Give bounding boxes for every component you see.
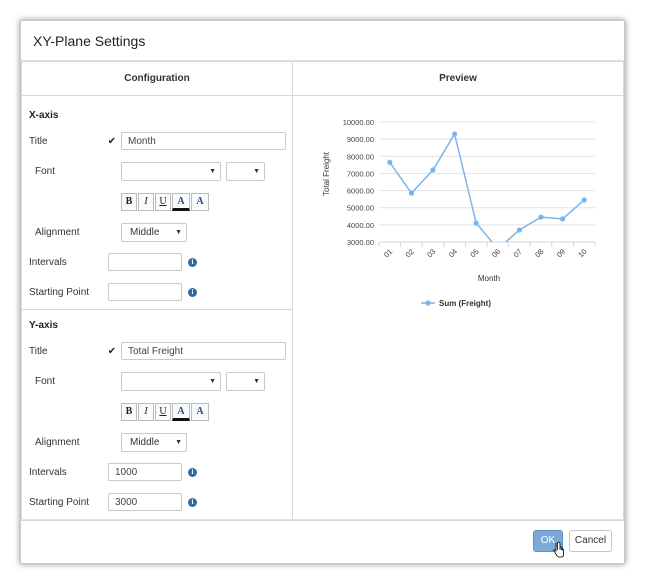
chevron-down-icon: ▼ — [175, 229, 182, 236]
y-tick-label: 7000.00 — [347, 169, 374, 178]
x-font-label: Font — [35, 166, 56, 177]
info-icon[interactable]: i — [188, 288, 197, 297]
y-intervals-label: Intervals — [29, 467, 67, 478]
y-tick-labels: 10000.00 9000.00 8000.00 7000.00 6000.00 5000… — [343, 118, 374, 247]
data-point[interactable] — [430, 167, 436, 173]
y-font-style-toolbar: B I U A A — [121, 403, 210, 421]
data-point[interactable] — [516, 227, 522, 233]
chevron-down-icon: ▼ — [209, 168, 216, 175]
x-tick-label: 03 — [425, 247, 437, 259]
data-point[interactable] — [473, 220, 479, 226]
x-tick-label: 02 — [404, 247, 416, 259]
y-tick-label: 3000.00 — [347, 238, 374, 247]
y-axis-section-title: Y-axis — [29, 320, 58, 331]
y-font-color-button[interactable]: A — [172, 403, 190, 421]
chevron-down-icon: ▼ — [209, 378, 216, 385]
y-bold-button[interactable]: B — [121, 403, 137, 421]
info-icon[interactable]: i — [188, 498, 197, 507]
x-italic-button[interactable]: I — [138, 193, 154, 211]
y-font-family-select[interactable]: ▼ — [121, 372, 221, 391]
x-tick-label: 09 — [555, 247, 567, 259]
x-tick-labels: 01 02 03 04 05 06 07 08 09 10 — [382, 247, 589, 259]
x-underline-button[interactable]: U — [155, 193, 171, 211]
x-tick-label: 10 — [576, 247, 588, 259]
y-tick-label: 8000.00 — [347, 152, 374, 161]
x-font-style-toolbar: B I U A A — [121, 193, 210, 211]
legend-marker — [425, 300, 431, 306]
info-icon[interactable]: i — [188, 468, 197, 477]
x-alignment-value: Middle — [130, 227, 160, 238]
hand-cursor-icon — [553, 542, 564, 558]
x-intervals-input[interactable] — [108, 253, 182, 271]
footer-divider — [21, 519, 624, 520]
x-starting-point-input[interactable] — [108, 283, 182, 301]
x-alignment-select[interactable]: Middle ▼ — [121, 223, 187, 242]
x-axis-title: Month — [478, 274, 500, 283]
y-tick-label: 5000.00 — [347, 204, 374, 213]
y-title-checkbox[interactable]: ✔ — [107, 347, 117, 357]
x-tick-label: 05 — [468, 247, 480, 259]
data-point[interactable] — [538, 214, 544, 220]
data-point[interactable] — [387, 159, 393, 165]
y-tick-label: 10000.00 — [343, 118, 374, 127]
cancel-button[interactable]: Cancel — [569, 530, 612, 552]
y-alignment-value: Middle — [130, 437, 160, 448]
x-tick-label: 06 — [490, 247, 502, 259]
info-icon[interactable]: i — [188, 258, 197, 267]
chevron-down-icon: ▼ — [175, 439, 182, 446]
x-font-family-select[interactable]: ▼ — [121, 162, 221, 181]
y-font-size-select[interactable]: ▼ — [226, 372, 265, 391]
y-background-color-button[interactable]: A — [191, 403, 209, 421]
preview-chart: 10000.00 9000.00 8000.00 7000.00 6000.00 5000… — [322, 118, 596, 308]
configuration-header: Configuration — [22, 62, 292, 96]
y-font-label: Font — [35, 376, 56, 387]
x-background-color-button[interactable]: A — [191, 193, 209, 211]
x-title-label: Title — [29, 136, 48, 147]
y-tick-label: 9000.00 — [347, 135, 374, 144]
x-font-color-button[interactable]: A — [172, 193, 190, 211]
data-point[interactable] — [408, 190, 414, 196]
series-line — [389, 132, 585, 242]
x-bold-button[interactable]: B — [121, 193, 137, 211]
x-tick-label: 07 — [512, 247, 524, 259]
y-tick-label: 6000.00 — [347, 187, 374, 196]
chevron-down-icon: ▼ — [253, 378, 260, 385]
y-intervals-input[interactable]: 1000 — [108, 463, 182, 481]
x-font-size-select[interactable]: ▼ — [226, 162, 265, 181]
data-point[interactable] — [452, 131, 458, 137]
y-underline-button[interactable]: U — [155, 403, 171, 421]
x-tick-label: 04 — [447, 247, 459, 259]
y-italic-button[interactable]: I — [138, 403, 154, 421]
x-axis-section-title: X-axis — [29, 110, 59, 121]
preview-panel: Preview 10000.00 9000.00 8000.00 7000.00 600… — [292, 61, 624, 521]
x-intervals-label: Intervals — [29, 257, 67, 268]
xy-plane-settings-dialog: XY-Plane Settings Configuration X-axis T… — [20, 20, 625, 564]
y-tick-label: 4000.00 — [347, 221, 374, 230]
x-tick-label: 08 — [533, 247, 545, 259]
y-alignment-label: Alignment — [35, 437, 80, 448]
chart-grid — [378, 121, 596, 247]
y-starting-point-input[interactable]: 3000 — [108, 493, 182, 511]
x-tick-label: 01 — [382, 247, 394, 259]
y-title-input[interactable]: Total Freight — [121, 342, 286, 360]
y-axis-title: Total Freight — [322, 151, 331, 196]
y-alignment-select[interactable]: Middle ▼ — [121, 433, 187, 452]
dialog-title: XY-Plane Settings — [33, 33, 146, 49]
chart-legend: Sum (Freight) — [421, 299, 491, 308]
data-point[interactable] — [581, 197, 587, 203]
y-title-label: Title — [29, 346, 48, 357]
configuration-panel: Configuration X-axis Title ✔ Month Font … — [21, 61, 293, 521]
x-title-checkbox[interactable]: ✔ — [107, 137, 117, 147]
x-title-input[interactable]: Month — [121, 132, 286, 150]
preview-header: Preview — [293, 62, 623, 96]
x-alignment-label: Alignment — [35, 227, 80, 238]
y-starting-point-label: Starting Point — [29, 497, 90, 508]
data-point[interactable] — [560, 216, 566, 222]
section-divider — [22, 309, 292, 310]
legend-label: Sum (Freight) — [439, 299, 491, 308]
x-starting-point-label: Starting Point — [29, 287, 90, 298]
chevron-down-icon: ▼ — [253, 168, 260, 175]
